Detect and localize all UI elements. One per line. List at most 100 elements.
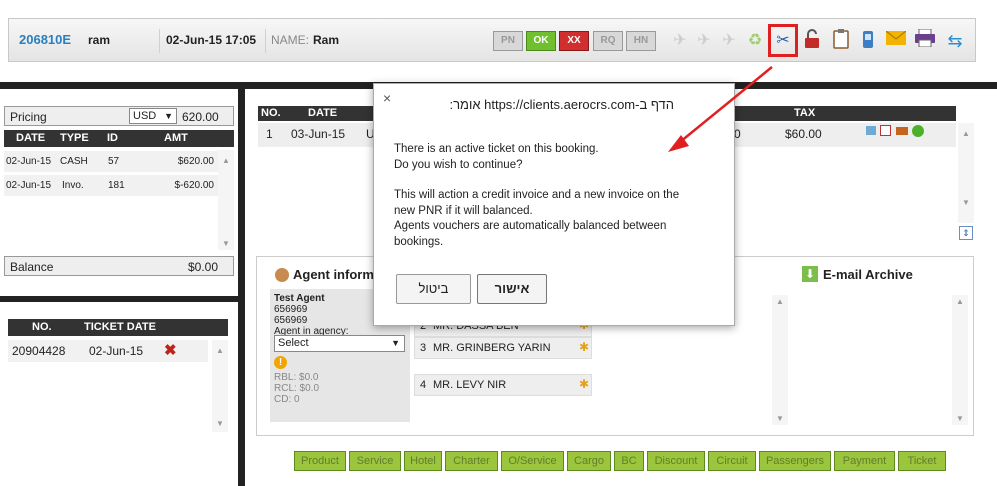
scroll-up-icon[interactable]: ▲ <box>952 297 968 306</box>
table-row[interactable]: 02-Jun-15 CASH 57 $620.00 <box>4 151 218 172</box>
list-item[interactable]: 3 MR. GRINBERG YARIN ✱ <box>414 337 592 359</box>
passenger-list: 2 MR. DASSA BEN ✱ 3 MR. GRINBERG YARIN ✱… <box>414 315 594 425</box>
scrollbar[interactable]: ▲ ▼ <box>772 295 788 425</box>
list-item[interactable]: 4 MR. LEVY NIR ✱ <box>414 374 592 396</box>
scroll-down-icon[interactable]: ▼ <box>212 419 228 428</box>
print-icon[interactable] <box>913 28 937 53</box>
cell-date: 02-Jun-15 <box>6 180 52 191</box>
tab-payment[interactable]: Payment <box>834 451 895 471</box>
status-rq-button[interactable]: RQ <box>593 31 623 51</box>
column-header: AMT <box>164 132 188 144</box>
expand-icon[interactable]: ⇕ <box>959 226 973 240</box>
tickets-columns: NO. TICKET DATE <box>8 319 228 336</box>
recycle-icon[interactable]: ♻ <box>743 29 767 53</box>
table-row[interactable]: 02-Jun-15 Invo. 181 $-620.00 <box>4 175 218 196</box>
segment-tax: $60.00 <box>785 127 822 141</box>
clipboard-icon[interactable] <box>829 29 853 53</box>
chevron-down-icon: ▼ <box>164 111 173 121</box>
rbl-value: RBL: $0.0 <box>274 372 319 383</box>
dialog-title: הדף ב-https://clients.aerocrs.com אומר: <box>449 97 674 112</box>
tab-cargo[interactable]: Cargo <box>567 451 611 471</box>
scroll-down-icon[interactable]: ▼ <box>772 414 788 423</box>
plane-icon[interactable]: ✈ <box>692 29 716 53</box>
rcl-value: RCL: $0.0 <box>274 383 320 394</box>
mail-icon[interactable] <box>884 29 908 53</box>
status-xx-button[interactable]: XX <box>559 31 589 51</box>
calendar-icon[interactable] <box>880 125 891 136</box>
status-dot-icon[interactable] <box>912 125 924 137</box>
column-header: TAX <box>794 107 816 119</box>
passenger-number: 3 <box>420 342 427 354</box>
scroll-down-icon[interactable]: ▼ <box>952 414 968 423</box>
pricing-label: Pricing <box>10 110 47 124</box>
warning-icon: ! <box>274 356 287 369</box>
tickets-list: 20904428 02-Jun-15 ✖ ▲ ▼ <box>8 340 228 432</box>
plane-icon[interactable]: ✈ <box>668 29 692 53</box>
star-icon[interactable]: ✱ <box>579 340 589 354</box>
refresh-icon[interactable]: ⇆ <box>943 29 967 53</box>
currency-select[interactable]: USD ▼ <box>129 108 177 124</box>
dialog-line: Agents vouchers are automatically balanc… <box>394 220 667 232</box>
dialog-line: bookings. <box>394 235 444 248</box>
agency-select-value: Select <box>278 337 309 349</box>
status-hn-button[interactable]: HN <box>626 31 656 51</box>
table-row[interactable]: 20904428 02-Jun-15 ✖ <box>8 340 208 362</box>
tab-bc[interactable]: BC <box>614 451 644 471</box>
column-header: TICKET DATE <box>84 321 156 333</box>
agent-name: Test Agent <box>274 293 325 304</box>
tab-ticket[interactable]: Ticket <box>898 451 946 471</box>
comment-icon[interactable] <box>866 126 876 135</box>
delete-icon[interactable]: ✖ <box>164 341 177 359</box>
tab-circuit[interactable]: Circuit <box>708 451 756 471</box>
highlight-box <box>768 24 798 57</box>
cell-amount: $620.00 <box>177 156 214 167</box>
tab-product[interactable]: Product <box>294 451 346 471</box>
booking-header: 206810E ram 02-Jun-15 17:05 NAME: Ram PN… <box>8 18 976 62</box>
agent-info-title: Agent informa <box>293 267 382 282</box>
scroll-up-icon[interactable]: ▲ <box>212 346 228 355</box>
cell-type: Invo. <box>62 180 84 191</box>
star-icon[interactable]: ✱ <box>579 377 589 391</box>
cancel-button[interactable]: ביטול <box>396 274 471 304</box>
unlock-icon[interactable] <box>800 29 824 53</box>
tab-passengers[interactable]: Passengers <box>759 451 831 471</box>
scroll-up-icon[interactable]: ▲ <box>958 129 974 138</box>
ticket-date: 02-Jun-15 <box>89 344 144 358</box>
hotel-bed-icon[interactable] <box>896 127 908 135</box>
agent-icon <box>275 268 289 282</box>
confirm-dialog: × הדף ב-https://clients.aerocrs.com אומר… <box>373 83 735 326</box>
column-header: ID <box>107 132 118 144</box>
pricing-header: Pricing USD ▼ 620.00 <box>4 106 234 126</box>
dialog-line: new PNR if it will balanced. <box>394 204 533 217</box>
booking-datetime: 02-Jun-15 17:05 <box>166 33 257 47</box>
tab-charter[interactable]: Charter <box>445 451 498 471</box>
agent-name: ram <box>88 33 111 47</box>
tab-hotel[interactable]: Hotel <box>404 451 442 471</box>
tab-service[interactable]: Service <box>349 451 401 471</box>
phone-icon[interactable] <box>856 29 880 53</box>
scroll-up-icon[interactable]: ▲ <box>772 297 788 306</box>
plane-icon[interactable]: ✈ <box>717 29 741 53</box>
status-pn-button[interactable]: PN <box>493 31 523 51</box>
ok-button[interactable]: אישור <box>477 274 547 304</box>
cell-amount: $-620.00 <box>174 180 214 191</box>
scrollbar[interactable]: ▲ ▼ <box>212 340 228 432</box>
scroll-up-icon[interactable]: ▲ <box>218 156 234 165</box>
scrollbar[interactable]: ▲ ▼ <box>958 123 974 223</box>
segment-number: 1 <box>266 127 273 141</box>
tab-oservice[interactable]: O/Service <box>501 451 564 471</box>
agency-select[interactable]: Select ▼ <box>274 335 405 352</box>
passenger-name: MR. LEVY NIR <box>433 379 507 391</box>
pnr-code[interactable]: 206810E <box>19 32 71 47</box>
scroll-down-icon[interactable]: ▼ <box>218 239 234 248</box>
status-ok-button[interactable]: OK <box>526 31 556 51</box>
dialog-line: There is an active ticket on this bookin… <box>394 143 599 155</box>
email-archive-title: E-mail Archive <box>823 267 913 282</box>
scrollbar[interactable]: ▲ ▼ <box>218 150 234 250</box>
scrollbar[interactable]: ▲ ▼ <box>952 295 968 425</box>
tab-discount[interactable]: Discount <box>647 451 705 471</box>
scroll-down-icon[interactable]: ▼ <box>958 198 974 207</box>
chevron-down-icon: ▼ <box>391 338 400 348</box>
agent-fax: 656969 <box>274 315 308 326</box>
agent-phone: 656969 <box>274 304 308 315</box>
